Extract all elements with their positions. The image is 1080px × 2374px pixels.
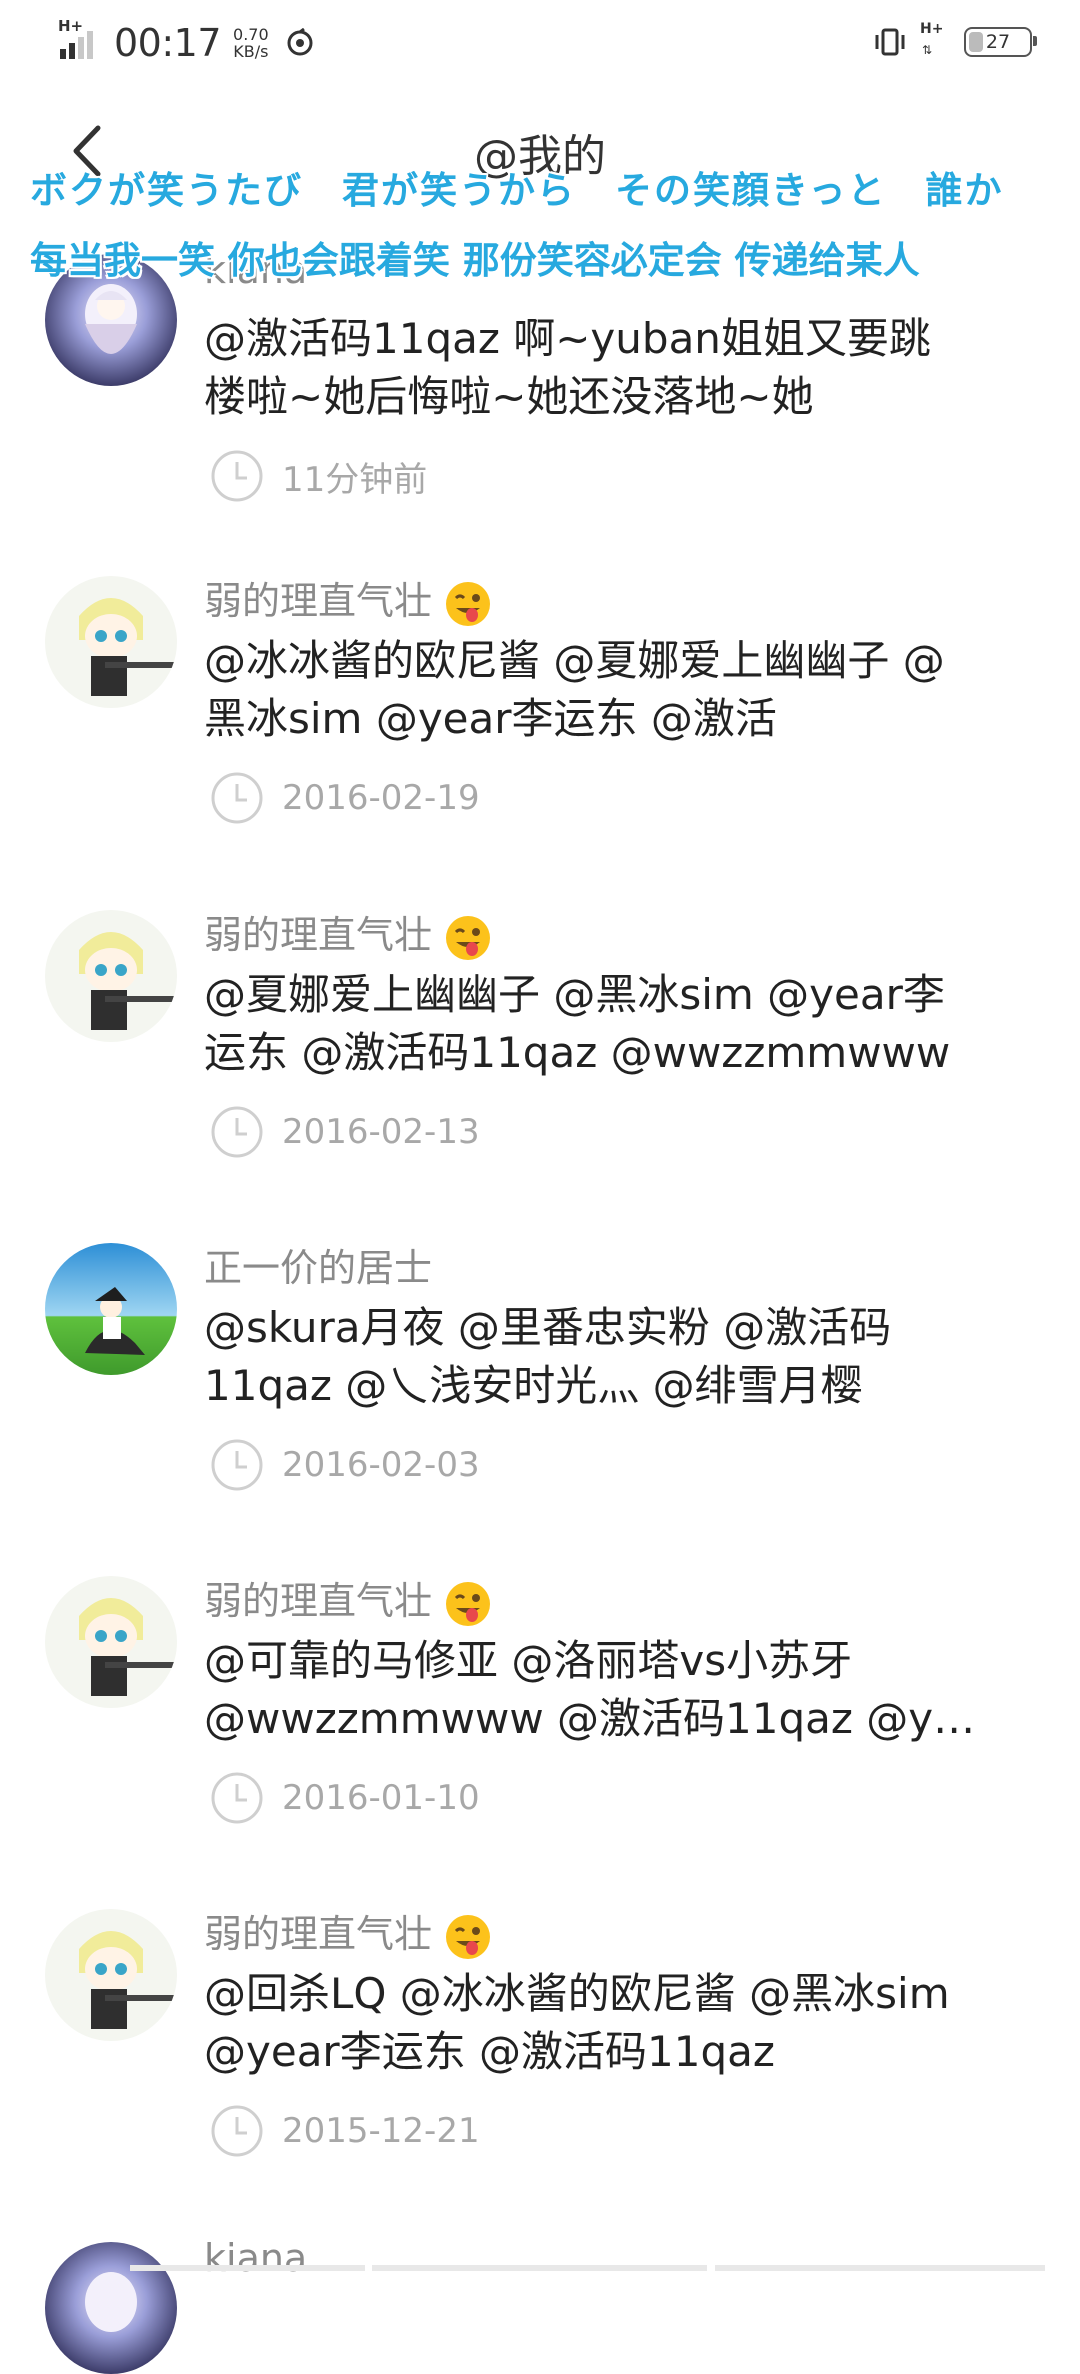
status-bar: H+ 00:17 0.70 KB/s H+ ⇅ 27 [0,0,1080,90]
tongue-wink-emoji-icon [446,1914,491,1959]
lyrics-overlay-chinese: 每当我一笑 你也会跟着笑 那份笑容必定会 传递给某人 [30,239,920,282]
timestamp: 2016-02-13 [282,1112,480,1152]
username[interactable]: 弱的理直气壮 [204,1570,492,1628]
username[interactable]: kiana [204,2236,307,2280]
sync-icon [287,28,313,56]
avatar[interactable] [45,1909,177,2041]
username[interactable]: 弱的理直气壮 [204,570,492,628]
tongue-wink-emoji-icon [446,915,491,960]
battery-level: 27 [985,31,1011,53]
avatar[interactable] [45,576,177,708]
mention-text: @冰冰酱的欧尼酱 @夏娜爱上幽幽子 @ 黑冰sim @year李运东 @激活 [204,636,945,743]
username[interactable]: 弱的理直气壮 [204,904,492,962]
timestamp: 2016-01-10 [282,1778,480,1818]
tongue-wink-emoji-icon [446,581,491,626]
status-time: 00:17 [114,21,222,65]
avatar[interactable] [45,2242,177,2374]
avatar[interactable] [45,1243,177,1375]
timestamp: 2015-12-21 [282,2111,480,2151]
mention-text: @夏娜爱上幽幽子 @黑冰sim @year李 运东 @激活码11qaz @wwz… [204,970,951,1077]
mention-text: @skura月夜 @里番忠实粉 @激活码 11qaz @乀浅安时光灬 @绯雪月樱 [204,1303,892,1410]
network-speed: 0.70 KB/s [233,25,269,61]
mention-text: @可靠的马修亚 @洛丽塔vs小苏牙 @wwzzmmwww @激活码11qaz @… [204,1636,976,1743]
clock-icon [211,450,263,502]
avatar[interactable] [45,910,177,1042]
clock-icon [211,1106,263,1158]
username[interactable]: 弱的理直气壮 [204,1903,492,1961]
timestamp: 2016-02-19 [282,778,480,818]
tongue-wink-emoji-icon [446,1581,491,1626]
avatar[interactable] [45,1576,177,1708]
lyrics-overlay-japanese: ボクが笑うたび 君が笑うから その笑顔きっと 誰か [30,169,1004,212]
clock-icon [211,772,263,824]
divider [0,2265,1080,2271]
cellular-signal-icon: H+ [58,17,102,63]
clock-icon [211,2105,263,2157]
mobile-data-icon: H+ ⇅ [920,21,944,57]
username[interactable]: 正一价的居士 [204,1237,432,1292]
timestamp: 11分钟前 [282,459,428,500]
battery-icon: 27 [964,27,1037,57]
clock-icon [211,1772,263,1824]
vibrate-icon [875,28,905,56]
mention-text: @回杀LQ @冰冰酱的欧尼酱 @黑冰sim @year李运东 @激活码11qaz [204,1969,950,2076]
mention-text: @激活码11qaz 啊~yuban姐姐又要跳 楼啦~她后悔啦~她还没落地~她 [204,314,931,421]
clock-icon [211,1439,263,1491]
timestamp: 2016-02-03 [282,1445,480,1485]
